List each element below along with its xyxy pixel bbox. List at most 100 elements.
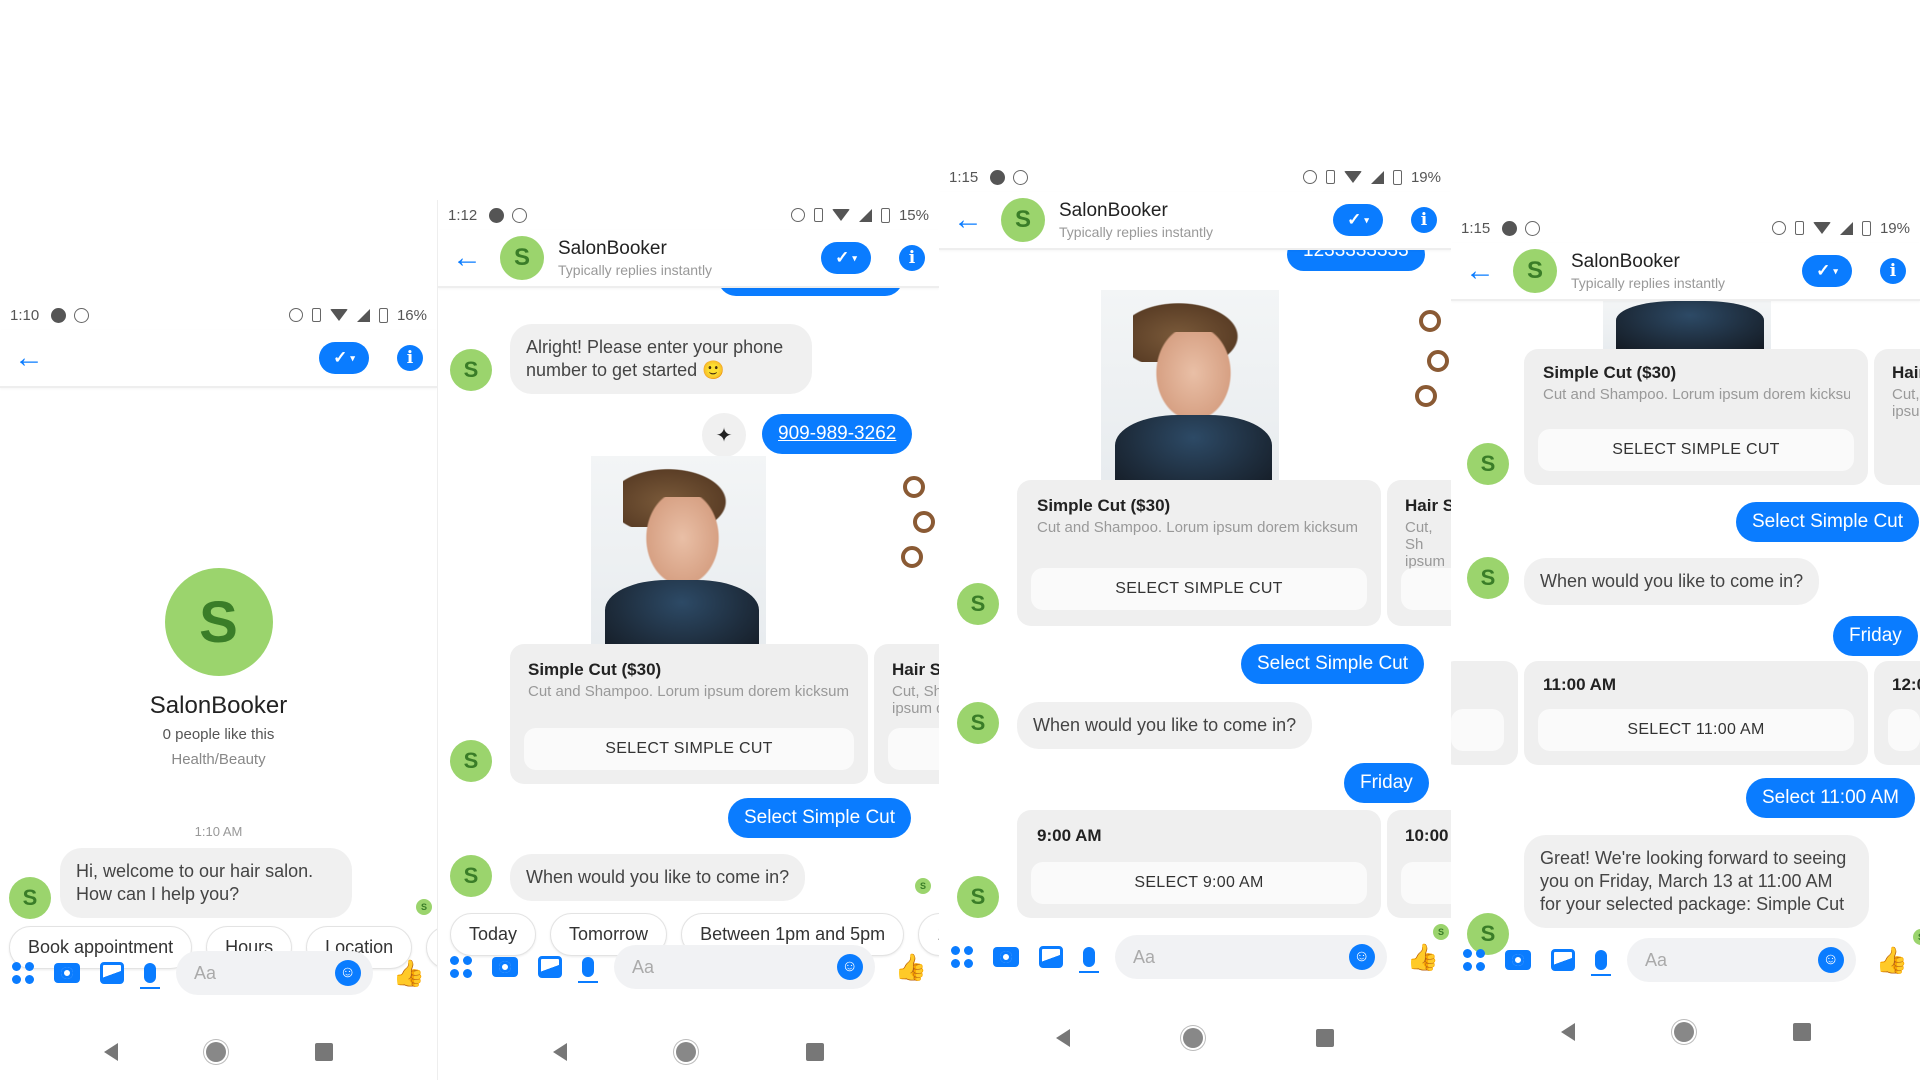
header-page-name[interactable]: SalonBooker: [1571, 251, 1725, 273]
carousel-card-button[interactable]: [1451, 709, 1504, 751]
carousel-image-simple-cut: [1603, 301, 1771, 349]
card-title: Hair: [1892, 363, 1920, 382]
smiley-icon[interactable]: ☺: [334, 960, 361, 986]
carousel-card-button[interactable]: [1888, 709, 1920, 751]
nav-recents-icon[interactable]: [314, 1043, 333, 1061]
card-title: 10:00: [1405, 826, 1449, 845]
smiley-icon[interactable]: ☺: [1348, 944, 1375, 970]
camera-icon[interactable]: [1505, 950, 1531, 970]
arrow-left-icon[interactable]: ←: [1465, 256, 1505, 286]
microphone-icon[interactable]: [140, 963, 160, 989]
android-nav-bar: [1451, 1004, 1920, 1060]
share-icon[interactable]: ✦: [702, 413, 746, 457]
carousel-card-button[interactable]: [1401, 568, 1451, 610]
nav-home-icon[interactable]: [1673, 1022, 1694, 1042]
nav-back-icon[interactable]: [1560, 1023, 1575, 1041]
battery-icon: [1861, 220, 1871, 236]
four-dots-icon[interactable]: [951, 946, 973, 968]
four-dots-icon[interactable]: [12, 962, 34, 984]
nav-recents-icon[interactable]: [1316, 1029, 1335, 1047]
battery-percent: 19%: [1410, 168, 1441, 186]
microphone-icon[interactable]: [578, 957, 598, 983]
thumbs-up-icon[interactable]: 👍: [1876, 945, 1908, 976]
seen-avatar: S: [416, 899, 432, 915]
smiley-icon[interactable]: ☺: [1817, 947, 1844, 973]
info-icon[interactable]: i: [1411, 207, 1437, 233]
nav-back-icon[interactable]: [1055, 1029, 1070, 1047]
thumbs-up-icon[interactable]: 👍: [393, 958, 425, 989]
image-icon[interactable]: [1039, 946, 1063, 968]
message-input[interactable]: Aa ☺: [1115, 935, 1387, 979]
carousel-card-button[interactable]: [888, 728, 939, 770]
four-dots-icon[interactable]: [450, 956, 472, 978]
check-dropdown-icon[interactable]: ✓ ▾: [319, 342, 369, 374]
check-dropdown-icon[interactable]: ✓ ▾: [1333, 204, 1383, 236]
thumbs-up-icon[interactable]: 👍: [895, 952, 927, 983]
nav-recents-icon[interactable]: [806, 1043, 825, 1061]
nav-home-icon[interactable]: [1182, 1028, 1203, 1048]
header-page-name[interactable]: SalonBooker: [558, 238, 712, 260]
info-icon[interactable]: i: [899, 245, 925, 271]
bot-avatar: S: [450, 349, 492, 391]
cell-signal-icon: [356, 308, 370, 322]
message-input[interactable]: Aa ☺: [614, 945, 875, 989]
check-dropdown-icon[interactable]: ✓ ▾: [821, 242, 871, 274]
header-page-name[interactable]: SalonBooker: [1059, 200, 1213, 222]
select-simple-cut-button[interactable]: SELECT SIMPLE CUT: [1538, 429, 1854, 471]
carousel-image-simple-cut: [591, 456, 766, 644]
nav-back-icon[interactable]: [104, 1043, 119, 1061]
vibrate-icon: [813, 208, 823, 222]
user-message: Friday: [1344, 763, 1429, 803]
message-input[interactable]: Aa ☺: [176, 951, 373, 995]
select-simple-cut-button[interactable]: SELECT SIMPLE CUT: [524, 728, 854, 770]
card-title: Hair S: [1405, 496, 1451, 515]
arrow-left-icon[interactable]: ←: [953, 205, 993, 235]
alarm-icon: [288, 308, 303, 322]
bot-message: Hi, welcome to our hair salon. How can I…: [60, 848, 352, 918]
microphone-icon[interactable]: [1079, 947, 1099, 973]
status-time: 1:10: [10, 306, 40, 324]
nav-home-icon[interactable]: [206, 1042, 227, 1062]
select-9am-button[interactable]: SELECT 9:00 AM: [1031, 862, 1367, 904]
info-icon[interactable]: i: [397, 345, 423, 371]
four-dots-icon[interactable]: [1463, 949, 1485, 971]
header-avatar: S: [500, 236, 544, 280]
select-simple-cut-button[interactable]: SELECT SIMPLE CUT: [1031, 568, 1367, 610]
carousel-card: Simple Cut ($30) Cut and Shampoo. Lorum …: [1017, 480, 1381, 626]
image-icon[interactable]: [100, 962, 124, 984]
bot-message: When would you like to come in?: [1524, 558, 1820, 605]
microphone-icon[interactable]: [1591, 950, 1611, 976]
wifi-icon: [1812, 222, 1831, 234]
carousel-image-simple-cut: [1101, 290, 1279, 480]
message-input[interactable]: Aa ☺: [1627, 938, 1856, 982]
screen-2-phone-and-package: 1:12 15% ← S SalonBooker Typically repli…: [437, 200, 939, 1080]
arrow-left-icon[interactable]: ←: [14, 343, 54, 373]
camera-icon[interactable]: [993, 947, 1019, 967]
image-icon[interactable]: [538, 956, 562, 978]
wifi-icon: [1343, 171, 1362, 183]
nav-back-icon[interactable]: [552, 1043, 567, 1061]
smiley-icon[interactable]: ☺: [836, 954, 863, 980]
messenger-outline-icon: [1525, 220, 1541, 236]
card-title: Hair St: [892, 660, 939, 679]
android-nav-bar: [939, 1010, 1451, 1066]
header-subtitle: Typically replies instantly: [558, 262, 713, 278]
image-icon[interactable]: [1551, 949, 1575, 971]
user-message-phone[interactable]: 909-989-3262: [762, 414, 913, 454]
bot-avatar: S: [957, 702, 999, 744]
card-title: Simple Cut ($30): [1037, 496, 1171, 515]
messenger-notification-icon: [1502, 220, 1518, 236]
info-icon[interactable]: i: [1880, 258, 1906, 284]
arrow-left-icon[interactable]: ←: [452, 243, 492, 273]
nav-recents-icon[interactable]: [1792, 1023, 1811, 1041]
camera-icon[interactable]: [492, 957, 518, 977]
carousel-card-button[interactable]: [1401, 862, 1451, 904]
battery-icon: [880, 207, 890, 223]
select-11am-button[interactable]: SELECT 11:00 AM: [1538, 709, 1854, 751]
composer: Aa ☺ 👍: [1451, 935, 1920, 985]
thumbs-up-icon[interactable]: 👍: [1407, 942, 1439, 973]
check-dropdown-icon[interactable]: ✓ ▾: [1802, 255, 1852, 287]
camera-icon[interactable]: [54, 963, 80, 983]
nav-home-icon[interactable]: [676, 1042, 697, 1062]
bot-avatar: S: [9, 877, 51, 919]
